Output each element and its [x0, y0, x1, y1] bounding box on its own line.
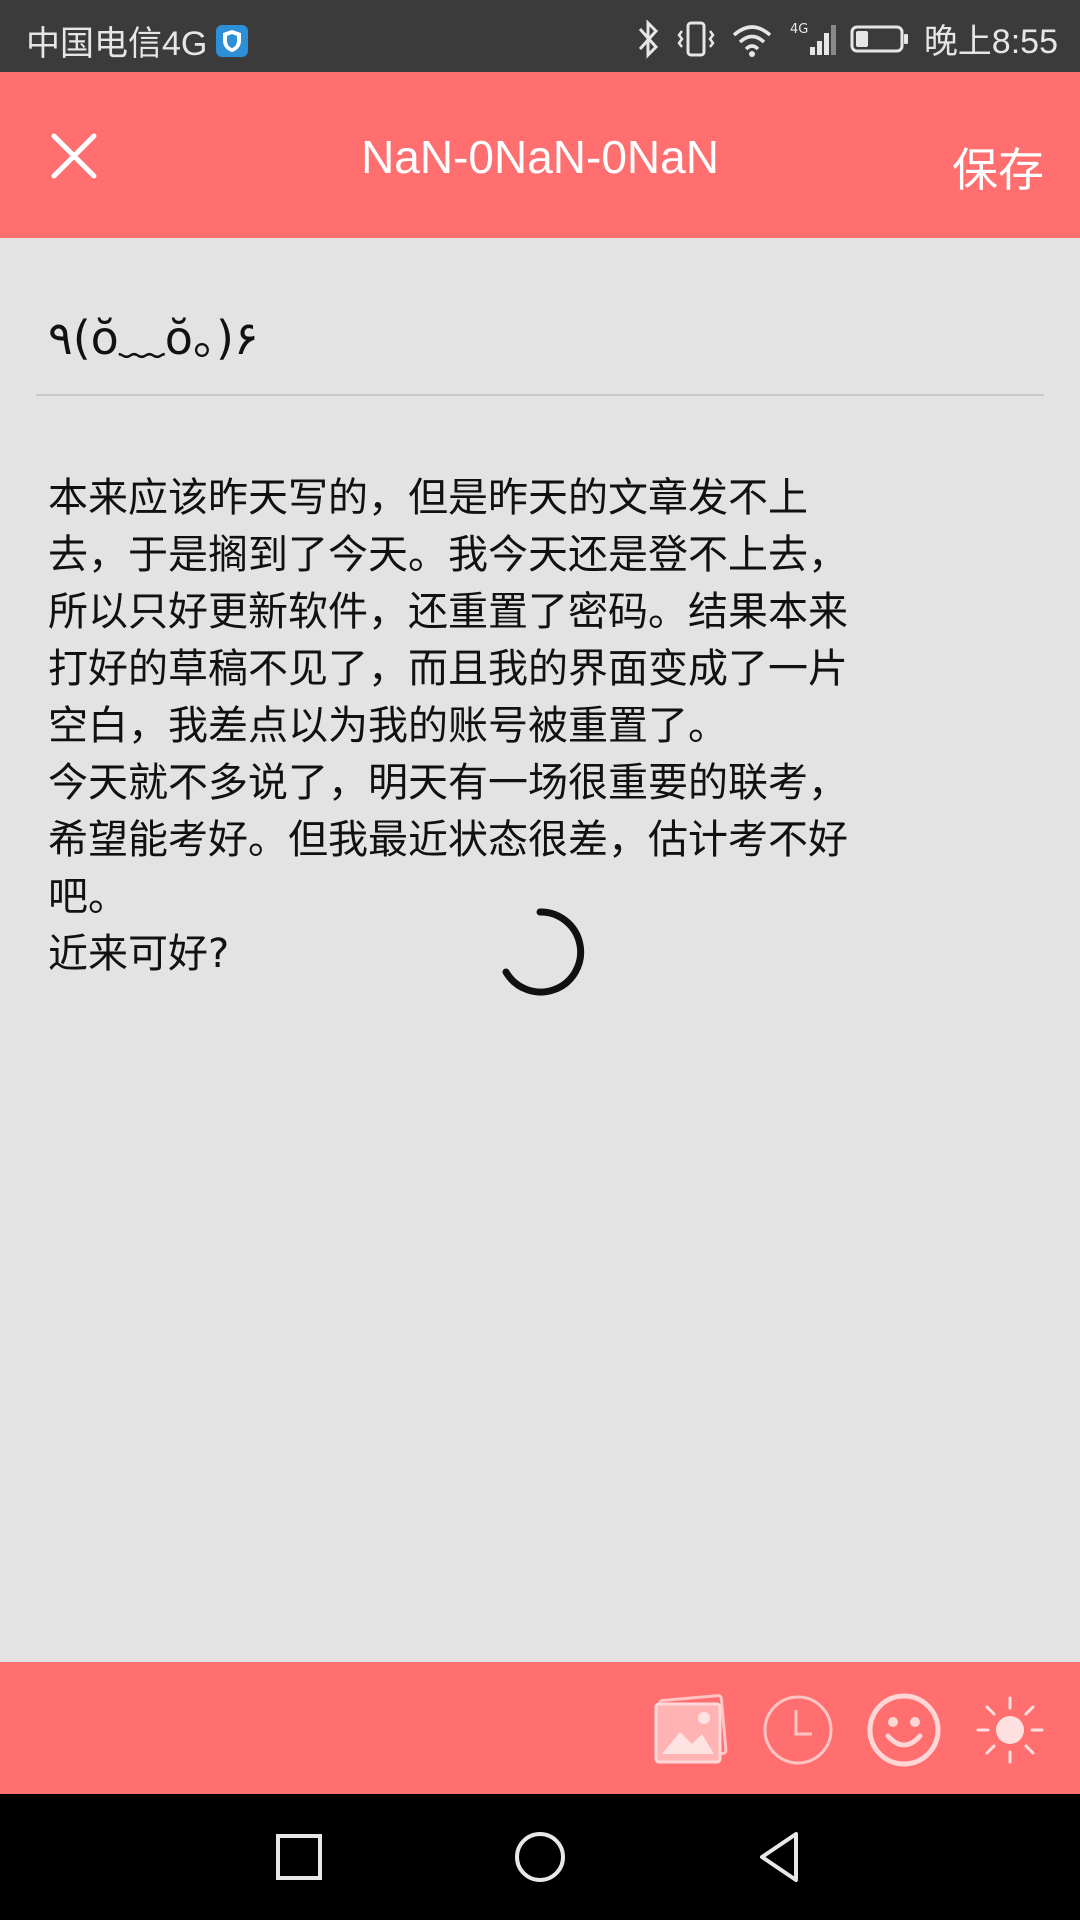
back-icon[interactable] [748, 1824, 814, 1890]
status-right: 4G 晚上8:55 [636, 14, 1058, 63]
body-line: 希望能考好。但我最近状态很差，估计考不好 [48, 817, 848, 863]
title-input-value: ٩(ŏ﹏ŏ。)۶ [48, 311, 259, 365]
page-title: NaN-0NaN-0NaN [361, 131, 719, 183]
emoji-icon[interactable] [864, 1690, 944, 1770]
vibrate-icon [677, 21, 715, 56]
status-left: 中国电信4G [26, 16, 249, 65]
bottom-toolbar [0, 1662, 1080, 1794]
app-bar: NaN-0NaN-0NaN 保存 [0, 72, 1080, 238]
body-line: 打好的草稿不见了，而且我的界面变成了一片 [48, 646, 848, 692]
body-line: 今天就不多说了，明天有一场很重要的联考， [48, 760, 848, 806]
recent-apps-icon[interactable] [266, 1824, 332, 1890]
image-icon[interactable] [652, 1690, 732, 1770]
svg-text:4G: 4G [790, 22, 808, 37]
home-icon[interactable] [507, 1824, 573, 1890]
status-bar: 中国电信4G 4G 晚上8:55 [0, 0, 1080, 72]
shield-icon [216, 24, 249, 57]
bluetooth-icon [638, 18, 658, 59]
carrier-label: 中国电信4G [26, 25, 208, 63]
signal-4g-icon: 4G [790, 22, 836, 55]
body-line: 去，于是搁到了今天。我今天还是登不上去， [48, 532, 848, 578]
body-line: 本来应该昨天写的，但是昨天的文章发不上 [48, 475, 808, 521]
wifi-icon [732, 24, 771, 57]
title-input[interactable]: ٩(ŏ﹏ŏ。)۶ [36, 238, 1044, 396]
brightness-icon[interactable] [970, 1690, 1050, 1770]
body-line: 空白，我差点以为我的账号被重置了。 [48, 703, 728, 749]
save-button[interactable]: 保存 [952, 134, 1044, 200]
loading-spinner-icon [502, 908, 585, 996]
clock-icon[interactable] [758, 1690, 838, 1770]
body-line: 所以只好更新软件，还重置了密码。结果本来 [48, 589, 848, 635]
clock-time: 晚上8:55 [923, 23, 1058, 61]
battery-icon [850, 25, 908, 52]
system-nav-bar [0, 1794, 1080, 1920]
